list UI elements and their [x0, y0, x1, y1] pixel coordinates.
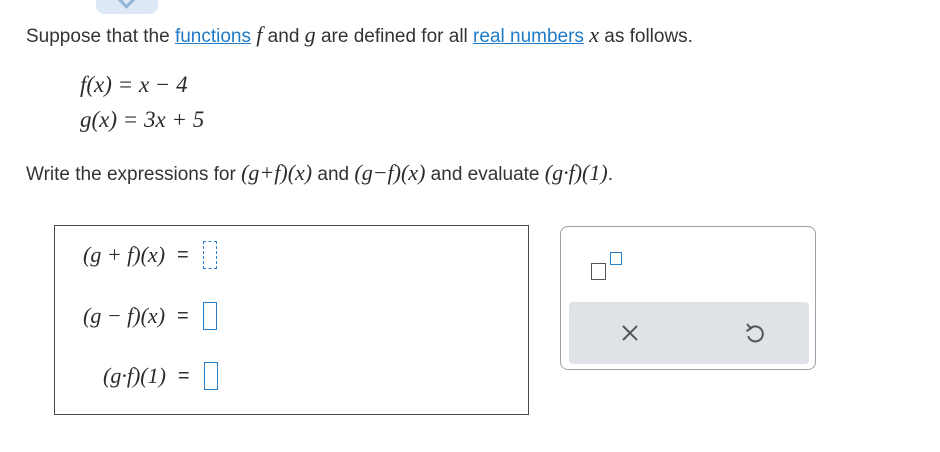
var-g: g	[304, 22, 316, 47]
expr-sum: (g+f)(x)	[241, 160, 313, 185]
superscript-button[interactable]	[591, 251, 635, 285]
instruction-suffix: .	[607, 164, 613, 185]
undo-icon	[745, 323, 764, 343]
instruction-text: Write the expressions for	[26, 164, 242, 185]
superscript-base-box	[591, 263, 606, 280]
diff-label: (g − f)(x)	[83, 303, 166, 328]
prod-answer-input[interactable]	[203, 362, 218, 390]
clear-button[interactable]	[617, 320, 643, 346]
prod-label: (g·f)(1)	[103, 363, 166, 388]
instruction-and: and	[312, 164, 355, 185]
functions-link[interactable]: functions	[175, 26, 251, 47]
sum-label: (g + f)(x)	[83, 242, 166, 267]
action-bar	[569, 302, 809, 364]
expr-diff: (g−f)(x)	[354, 160, 426, 185]
answer-row-sum: (g + f)(x) =	[83, 241, 217, 269]
intro-middle: are defined for all	[315, 26, 474, 47]
intro-text: Suppose that the	[26, 26, 175, 47]
definition-f: f(x) = x − 4	[80, 72, 188, 97]
instruction: Write the expressions for (g+f)(x) and (…	[26, 160, 613, 186]
equals-sign: =	[177, 364, 190, 387]
clear-x-icon	[622, 325, 638, 341]
equals-sign: =	[177, 304, 189, 327]
answer-box: (g + f)(x) = (g − f)(x) = (g·f)(1) =	[54, 225, 529, 415]
diff-answer-input[interactable]	[202, 302, 217, 330]
superscript-icon	[610, 252, 622, 265]
sum-answer-input[interactable]	[202, 241, 217, 269]
expr-prod: (g·f)(1)	[544, 160, 608, 185]
answer-row-diff: (g − f)(x) =	[83, 302, 217, 330]
intro-suffix: as follows.	[598, 26, 693, 47]
math-toolbar	[560, 226, 816, 370]
chevron-down-icon	[117, 0, 136, 9]
var-x: x	[589, 22, 599, 47]
real-numbers-link[interactable]: real numbers	[473, 26, 584, 47]
definition-g: g(x) = 3x + 5	[80, 107, 205, 132]
problem-intro: Suppose that the functions f and g are d…	[26, 22, 693, 48]
instruction-mid: and evaluate	[425, 164, 545, 185]
answer-row-prod: (g·f)(1) =	[103, 362, 218, 390]
undo-button[interactable]	[742, 320, 768, 346]
intro-and: and	[262, 26, 305, 47]
equals-sign: =	[177, 243, 189, 266]
collapse-tab[interactable]	[96, 0, 158, 14]
